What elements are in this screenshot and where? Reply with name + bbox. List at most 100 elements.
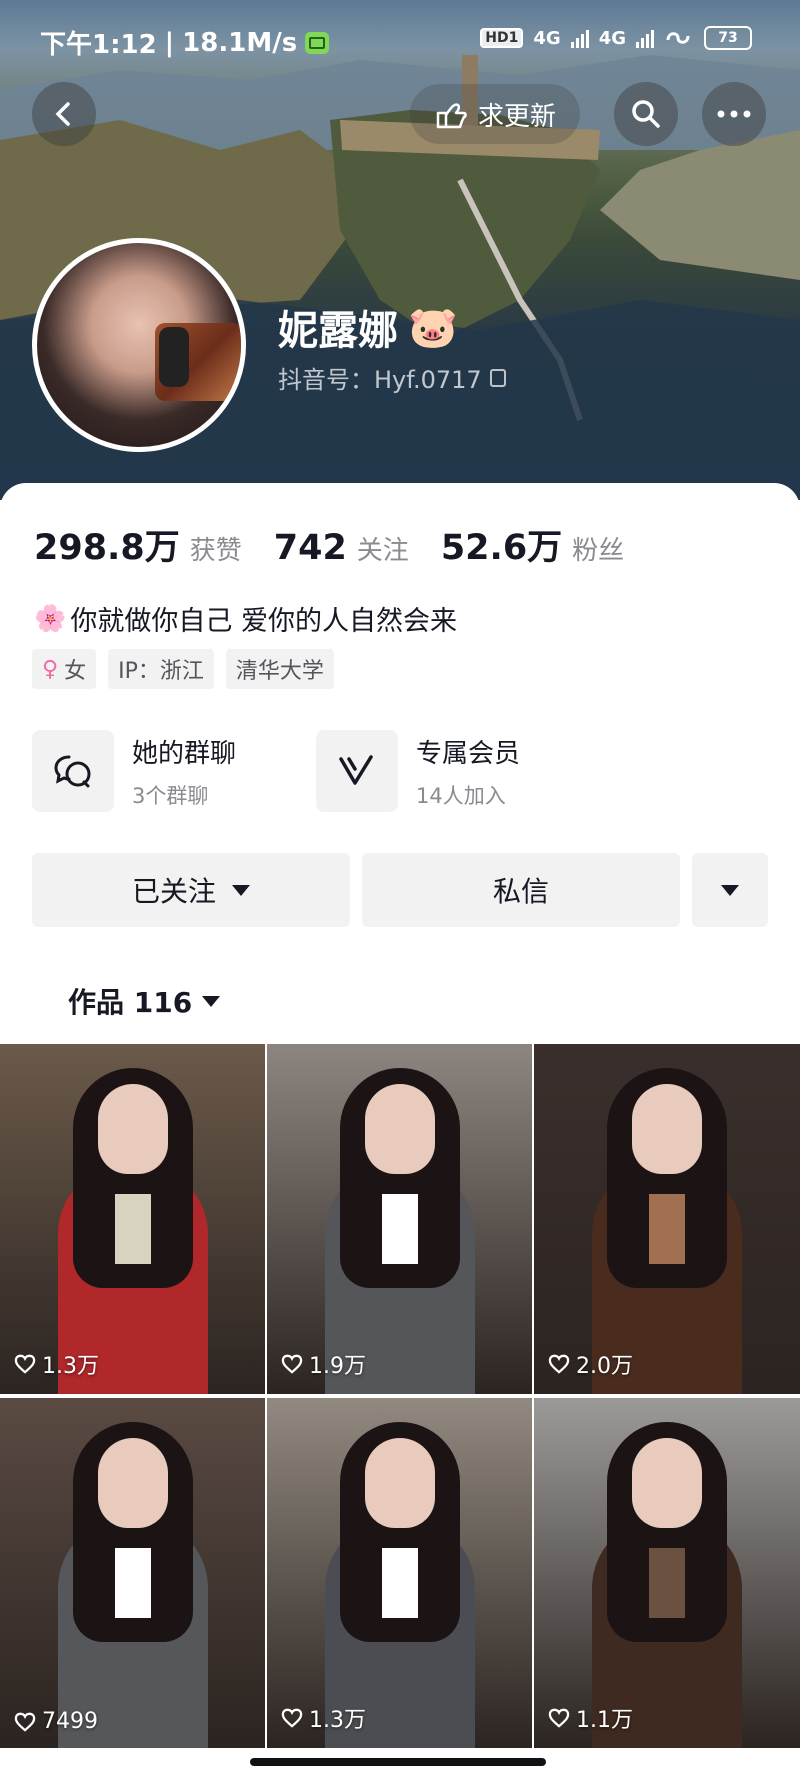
video-thumbnail[interactable]: 2.0万 xyxy=(534,1044,800,1394)
tag-school[interactable]: 清华大学 xyxy=(225,649,334,689)
stat-following[interactable]: 742 关注 xyxy=(274,528,409,568)
recommend-dropdown-button[interactable] xyxy=(692,853,768,927)
video-collar-shape xyxy=(381,1194,418,1264)
video-likes: 1.3万 xyxy=(14,1348,99,1380)
stat-likes[interactable]: 298.8万 获赞 xyxy=(34,519,242,570)
stat-likes-label: 获赞 xyxy=(189,536,242,566)
tab-works[interactable]: 作品 116 xyxy=(68,981,221,1021)
following-label: 已关注 xyxy=(131,875,216,908)
caret-down-icon xyxy=(232,884,250,896)
heart-icon xyxy=(281,1354,303,1374)
profile-name: 妮露娜 🐷 xyxy=(278,298,458,356)
caret-down-icon xyxy=(202,995,221,1007)
group-chats-title: 她的群聊 xyxy=(132,738,237,769)
search-button[interactable] xyxy=(614,82,678,146)
video-likes: 1.9万 xyxy=(281,1348,366,1380)
chevron-left-icon xyxy=(55,102,70,126)
request-update-label: 求更新 xyxy=(478,101,557,132)
video-thumbnail[interactable]: 1.1万 xyxy=(534,1398,800,1748)
video-thumbnail[interactable]: 1.9万 xyxy=(267,1044,532,1394)
bio: 🌸 你就做你自己 爱你的人自然会来 xyxy=(34,599,457,638)
signal-icon-2 xyxy=(636,28,654,48)
pig-emoji: 🐷 xyxy=(408,304,458,351)
stat-likes-value: 298.8万 xyxy=(34,528,180,568)
tag-school-label: 清华大学 xyxy=(235,659,324,684)
following-button[interactable]: 已关注 xyxy=(32,853,350,927)
avatar[interactable] xyxy=(32,238,246,452)
tag-ip-label: IP：浙江 xyxy=(118,659,204,684)
more-dots-icon xyxy=(717,110,751,118)
copy-icon[interactable] xyxy=(489,368,506,387)
battery-icon: 73 xyxy=(704,26,752,50)
video-face-shape xyxy=(632,1438,702,1528)
profile-name-text: 妮露娜 xyxy=(278,308,398,354)
video-likes-count: 1.3万 xyxy=(42,1354,99,1379)
stat-following-label: 关注 xyxy=(356,536,409,566)
video-likes-count: 1.3万 xyxy=(309,1708,366,1733)
profile-tags: ♀ 女 IP：浙江 清华大学 xyxy=(32,649,334,689)
search-icon xyxy=(632,100,660,128)
network-label-1: 4G xyxy=(533,27,561,49)
robot-icon xyxy=(305,31,330,54)
heart-icon xyxy=(14,1354,36,1374)
video-likes: 2.0万 xyxy=(548,1348,633,1380)
video-collar-shape xyxy=(649,1548,685,1618)
video-thumbnail[interactable]: 1.3万 xyxy=(0,1044,265,1394)
signal-icon xyxy=(570,28,589,48)
douyin-id-text: 抖音号：Hyf.0717 xyxy=(278,366,482,394)
douyin-id[interactable]: 抖音号：Hyf.0717 xyxy=(278,360,506,395)
heart-icon xyxy=(548,1354,570,1374)
status-speed: 18.1M/s xyxy=(182,27,298,58)
video-thumbnail[interactable]: 1.3万 xyxy=(267,1398,532,1748)
flower-emoji: 🌸 xyxy=(34,603,67,634)
membership-title: 专属会员 xyxy=(416,738,521,769)
video-face-shape xyxy=(364,1438,435,1528)
stat-following-value: 742 xyxy=(273,528,347,568)
status-separator: | xyxy=(164,27,175,58)
tag-gender-label: 女 xyxy=(64,659,87,684)
video-likes: 7499 xyxy=(14,1709,98,1734)
video-likes-count: 7499 xyxy=(42,1709,98,1734)
link-icon xyxy=(666,32,690,44)
video-thumbnail[interactable]: 7499 xyxy=(0,1398,265,1748)
video-face-shape xyxy=(632,1084,702,1174)
video-face-shape xyxy=(364,1084,435,1174)
video-likes: 1.3万 xyxy=(281,1702,366,1734)
stat-fans-value: 52.6万 xyxy=(440,528,563,568)
tag-gender: ♀ 女 xyxy=(32,649,97,689)
membership-entry[interactable]: 专属会员 14人加入 xyxy=(316,730,520,812)
home-indicator[interactable] xyxy=(250,1758,546,1766)
chat-bubbles-icon xyxy=(32,730,114,812)
group-chats-entry[interactable]: 她的群聊 3个群聊 xyxy=(32,730,236,812)
caret-down-icon xyxy=(721,884,739,896)
video-face-shape xyxy=(97,1084,168,1174)
heart-icon xyxy=(14,1712,36,1732)
video-collar-shape xyxy=(114,1548,151,1618)
status-time: 下午1:12 xyxy=(40,30,157,60)
hand-point-icon xyxy=(436,103,467,129)
more-button[interactable] xyxy=(702,82,766,146)
hd-badge: HD1 xyxy=(480,28,524,48)
avatar-camera-graphic xyxy=(159,327,189,387)
back-button[interactable] xyxy=(32,82,96,146)
stat-fans[interactable]: 52.6万 粉丝 xyxy=(441,519,624,570)
message-button[interactable]: 私信 xyxy=(362,853,680,927)
female-icon: ♀ xyxy=(42,656,59,682)
heart-icon xyxy=(281,1708,303,1728)
status-bar: 下午1:12 | 18.1M/s HD1 4G 4G 73 xyxy=(0,0,800,80)
network-label-2: 4G xyxy=(598,27,626,49)
bio-text: 你就做你自己 爱你的人自然会来 xyxy=(70,606,457,637)
v-badge-icon xyxy=(316,730,398,812)
tab-works-label: 作品 116 xyxy=(68,986,193,1019)
request-update-button[interactable]: 求更新 xyxy=(410,84,581,144)
membership-sub: 14人加入 xyxy=(416,783,506,808)
video-grid: 1.3万 1.9万 2.0万 7499 1.3万 1.1万 xyxy=(0,1044,800,1748)
video-collar-shape xyxy=(114,1194,151,1264)
group-chats-sub: 3个群聊 xyxy=(132,783,209,808)
video-likes-count: 1.1万 xyxy=(576,1708,633,1733)
video-likes-count: 1.9万 xyxy=(309,1354,366,1379)
tag-ip: IP：浙江 xyxy=(108,649,214,689)
profile-stats: 298.8万 获赞 742 关注 52.6万 粉丝 xyxy=(34,519,656,570)
video-face-shape xyxy=(97,1438,168,1528)
video-likes: 1.1万 xyxy=(548,1702,633,1734)
